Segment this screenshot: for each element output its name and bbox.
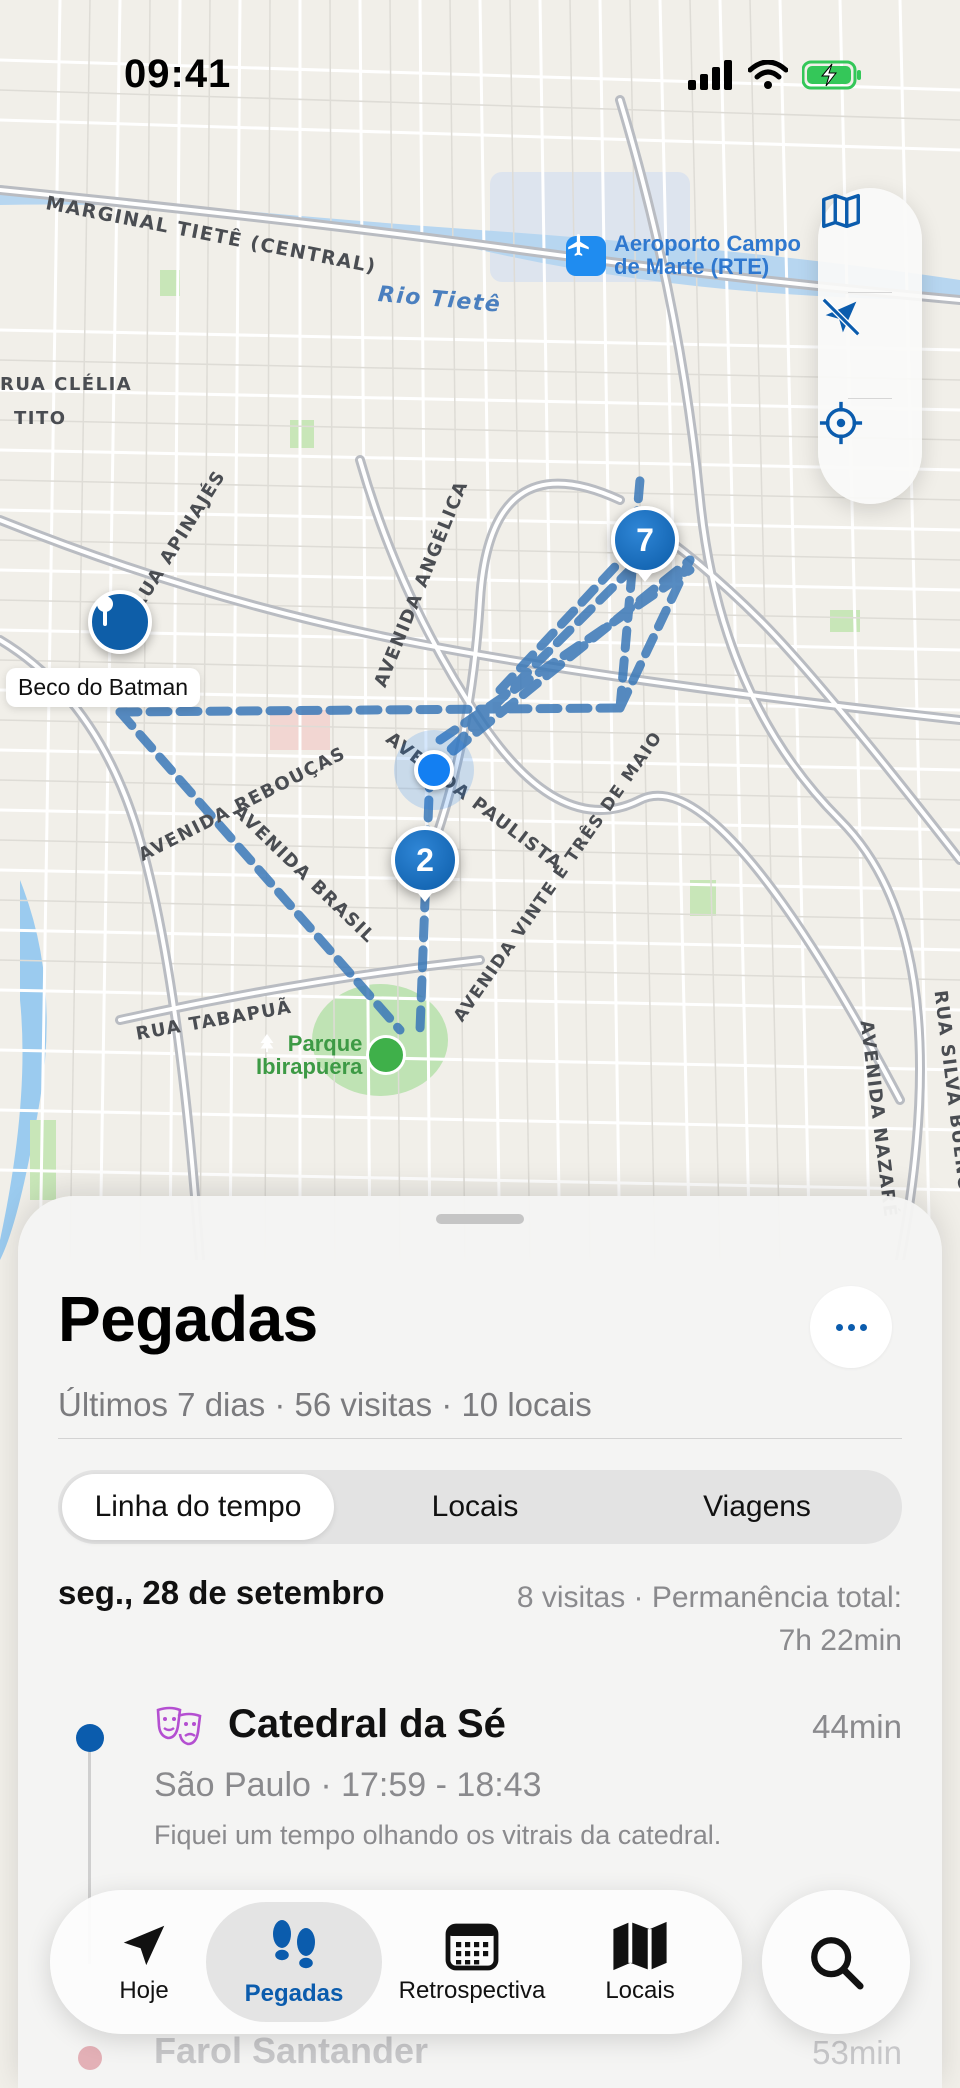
- airport-marker[interactable]: Aeroporto Campo de Marte (RTE): [566, 232, 801, 278]
- location-arrow-icon: [123, 1925, 165, 1966]
- poi-pin[interactable]: [88, 590, 152, 654]
- tree-icon: [260, 1033, 407, 1075]
- timeline-dot: [78, 2046, 102, 2070]
- segment-timeline[interactable]: Linha do tempo: [62, 1474, 334, 1540]
- ellipsis-icon: [835, 1323, 843, 1331]
- status-bar: 09:41: [0, 0, 960, 150]
- pushpin-icon: [97, 596, 113, 626]
- tab-today[interactable]: Hoje: [74, 1902, 214, 2022]
- tab-label: Pegadas: [244, 1980, 344, 2007]
- status-time: 09:41: [124, 52, 232, 96]
- day-header: seg., 28 de setembro: [58, 1574, 385, 1611]
- view-segmented-control: Linha do tempo Locais Viagens: [58, 1470, 902, 1544]
- tab-bar: Hoje Pegadas Retrospectiva Locais: [50, 1890, 742, 2034]
- tracking-toggle-button[interactable]: [818, 294, 922, 398]
- sheet-subtitle: Últimos 7 dias · 56 visitas · 10 locais: [58, 1386, 592, 1423]
- location-arrow-slash-icon: [821, 297, 861, 337]
- tab-label: Retrospectiva: [398, 1977, 546, 2004]
- segment-places[interactable]: Locais: [334, 1474, 616, 1540]
- tab-footprints[interactable]: Pegadas: [206, 1902, 382, 2022]
- wifi-icon: [748, 60, 788, 89]
- timeline-dot: [76, 1724, 104, 1752]
- airport-label: Aeroporto Campo: [614, 231, 801, 256]
- poi-label[interactable]: Beco do Batman: [6, 668, 201, 707]
- segment-trips[interactable]: Viagens: [616, 1474, 898, 1540]
- street-label: TITO: [14, 408, 67, 429]
- visit-name[interactable]: Catedral da Sé: [228, 1702, 506, 1747]
- visit-name[interactable]: Farol Santander: [154, 2030, 428, 2072]
- map-controls: [818, 188, 922, 504]
- current-location-dot: [394, 730, 474, 810]
- footprints-icon: [273, 1920, 315, 1969]
- map-icon: [822, 193, 860, 229]
- park-marker[interactable]: Parque Ibirapuera: [256, 1032, 407, 1079]
- visit-duration: 53min: [812, 2034, 902, 2071]
- map-icon: [613, 1921, 667, 1971]
- magnifying-glass-icon: [811, 1937, 864, 1990]
- divider: [58, 1438, 902, 1439]
- battery-charging-icon: [802, 60, 861, 90]
- airport-label-code: de Marte (RTE): [614, 254, 770, 279]
- sheet-title: Pegadas: [58, 1283, 318, 1355]
- visit-location-time: São Paulo · 17:59 - 18:43: [154, 1766, 542, 1804]
- calendar-icon: [445, 1923, 499, 1971]
- street-label: RUA CLÉLIA: [0, 374, 133, 395]
- park-label-line2: Ibirapuera: [256, 1054, 363, 1079]
- theater-masks-icon: [156, 1706, 202, 1746]
- visit-cluster-pin[interactable]: 7: [611, 506, 679, 574]
- day-total-duration: 7h 22min: [778, 1624, 902, 1657]
- map-view[interactable]: MARGINAL TIETÊ (CENTRAL) Rio Tietê RUA C…: [0, 0, 960, 1260]
- tab-label: Hoje: [119, 1977, 169, 2004]
- search-button[interactable]: [762, 1890, 910, 2034]
- visit-cluster-pin[interactable]: 2: [391, 826, 459, 894]
- crosshair-icon: [819, 401, 863, 445]
- sheet-grabber[interactable]: [436, 1214, 524, 1224]
- tab-label: Locais: [605, 1977, 675, 2004]
- airplane-icon: [566, 234, 606, 276]
- day-summary-line: 8 visitas · Permanência total:: [516, 1581, 902, 1614]
- cellular-signal-icon: [688, 60, 732, 90]
- visit-duration: 44min: [812, 1708, 902, 1745]
- more-options-button[interactable]: [810, 1286, 892, 1368]
- tab-retrospective[interactable]: Retrospectiva: [384, 1902, 560, 2022]
- day-summary: 8 visitas · Permanência total: 7h 22min: [462, 1576, 902, 1662]
- visit-note: Fiquei um tempo olhando os vitrais da ca…: [154, 1820, 722, 1850]
- map-style-button[interactable]: [818, 188, 922, 292]
- recenter-button[interactable]: [818, 400, 922, 504]
- tab-places[interactable]: Locais: [570, 1902, 710, 2022]
